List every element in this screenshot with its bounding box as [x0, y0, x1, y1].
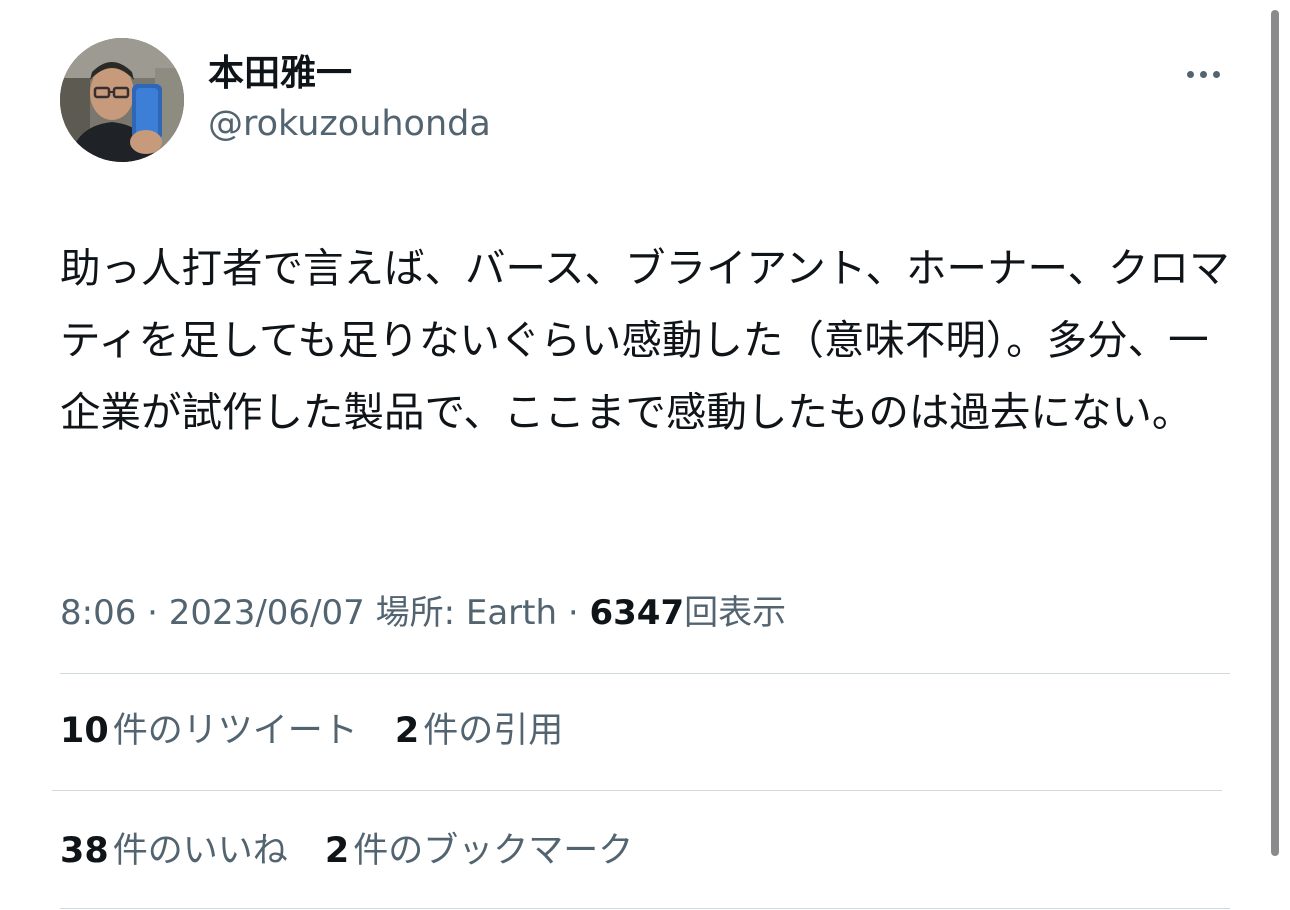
quotes-label: 件の引用: [423, 711, 564, 751]
likes-count: 38: [60, 831, 109, 871]
divider: [60, 908, 1230, 909]
avatar-photo: [60, 38, 184, 162]
retweets-count: 10: [60, 711, 109, 751]
more-horizontal-icon: [1199, 70, 1207, 78]
retweets-stat[interactable]: 10 件のリツイート: [60, 711, 358, 751]
retweets-label: 件のリツイート: [112, 711, 358, 751]
tweet-time[interactable]: 8:06: [60, 593, 136, 633]
likes-label: 件のいいね: [112, 831, 288, 871]
author-handle[interactable]: @rokuzouhonda: [208, 102, 491, 146]
tweet-detail: 本田雅一 @rokuzouhonda 助っ人打者で言えば、バース、ブライアント、…: [0, 0, 1290, 910]
views-count: 6347: [589, 593, 685, 633]
meta-separator: ·: [147, 593, 158, 633]
bookmarks-count: 2: [324, 831, 350, 871]
bookmarks-stat[interactable]: 2 件のブックマーク: [325, 831, 633, 871]
scrollbar[interactable]: [1271, 10, 1279, 856]
engagement-row-shares: 10 件のリツイート 2 件の引用: [60, 708, 589, 754]
meta-separator: ·: [567, 593, 579, 633]
tweet-date[interactable]: 2023/06/07: [169, 593, 365, 633]
tweet-location: 場所: Earth: [375, 593, 558, 633]
more-options-button[interactable]: [1176, 56, 1230, 92]
quotes-count: 2: [394, 711, 420, 751]
divider: [60, 673, 1230, 674]
tweet-text: 助っ人打者で言えば、バース、ブライアント、ホーナー、クロマティを足しても足りない…: [60, 244, 1230, 436]
views-label: 回表示: [684, 593, 787, 633]
tweet-metadata: 8:06 · 2023/06/07 場所: Earth · 6347回表示: [60, 590, 786, 636]
more-horizontal-icon: [1186, 70, 1194, 78]
divider: [52, 790, 1222, 791]
author-display-name[interactable]: 本田雅一: [208, 52, 352, 96]
engagement-row-reactions: 38 件のいいね 2 件のブックマーク: [60, 828, 659, 874]
more-horizontal-icon: [1212, 70, 1220, 78]
bookmarks-label: 件のブックマーク: [353, 831, 634, 871]
likes-stat[interactable]: 38 件のいいね: [60, 831, 288, 871]
avatar[interactable]: [60, 38, 184, 162]
quotes-stat[interactable]: 2 件の引用: [395, 711, 563, 751]
